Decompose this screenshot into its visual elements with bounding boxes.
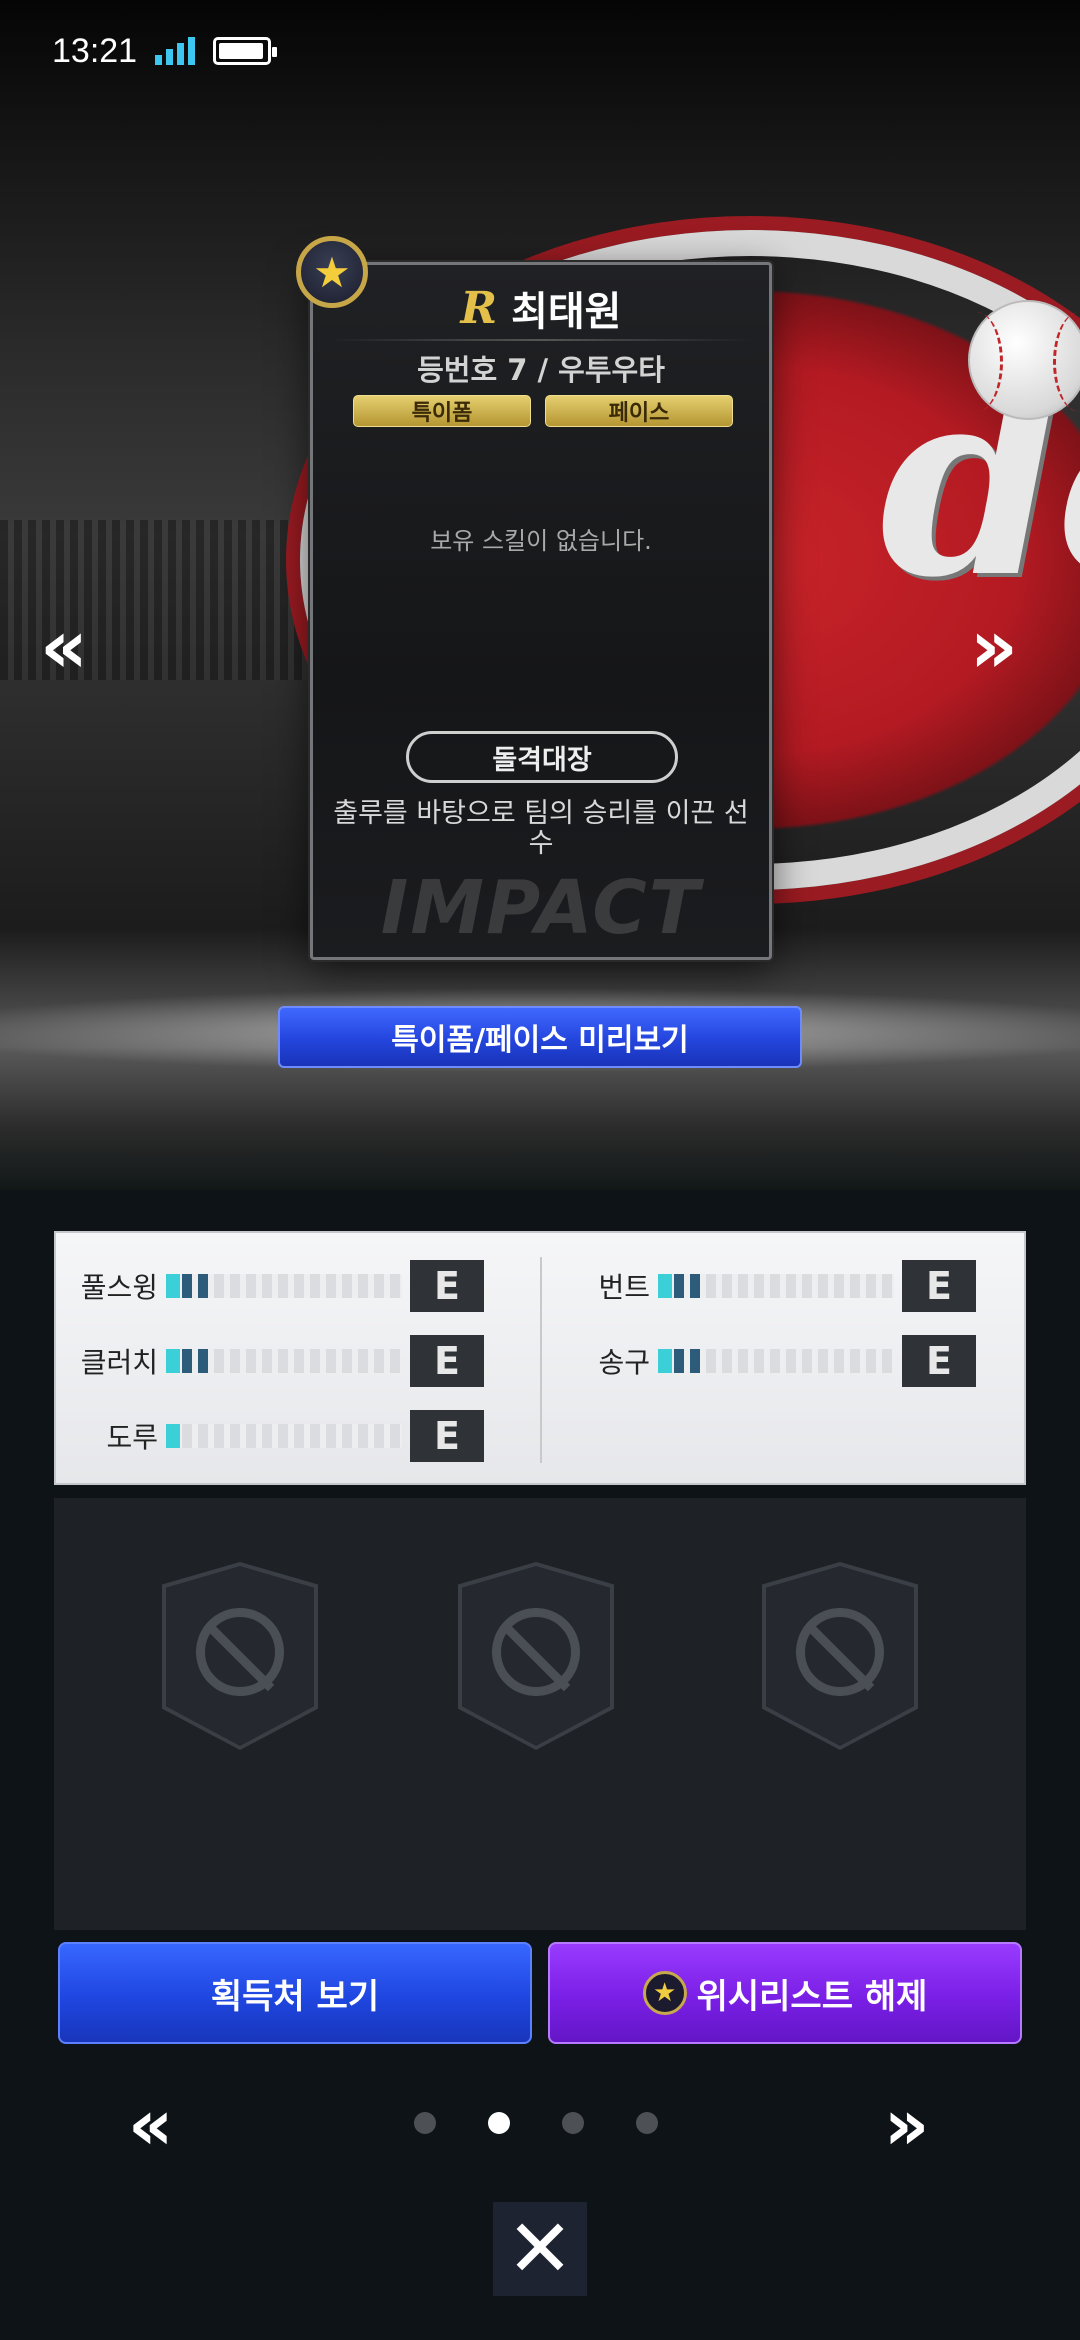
page-dot-active[interactable] — [488, 2112, 510, 2134]
stat-row: 도루 E — [56, 1409, 484, 1463]
star-icon: ★ — [642, 1971, 687, 2015]
battery-icon — [213, 37, 278, 65]
previous-page-arrow-icon[interactable]: « — [128, 2090, 173, 2160]
stat-grade: E — [902, 1335, 976, 1387]
rarity-r-icon: R — [460, 282, 498, 334]
player-number-position: 등번호 7 / 우투우타 — [417, 353, 665, 387]
page-dot[interactable] — [562, 2112, 584, 2134]
card-divider — [331, 339, 751, 341]
remove-wishlist-button[interactable]: ★ 위시리스트 해제 — [548, 1942, 1022, 2044]
face-tag: 페이스 — [545, 395, 733, 427]
view-acquisition-button[interactable]: 획득처 보기 — [58, 1942, 532, 2044]
stat-grade: E — [410, 1335, 484, 1387]
stat-grade: E — [410, 1410, 484, 1462]
stat-label: 도루 — [106, 1421, 158, 1454]
stats-divider — [540, 1257, 542, 1463]
skill-slot-locked[interactable] — [762, 1562, 918, 1750]
stat-bar — [166, 1274, 402, 1298]
stat-row: 번트 E — [548, 1259, 976, 1313]
stats-panel: 풀스윙 E 클러치 E 도루 E 번트 E 송구 E — [54, 1231, 1026, 1485]
stat-row: 송구 E — [548, 1334, 976, 1388]
skill-slots-panel — [54, 1498, 1026, 1930]
player-card: R 최태원 등번호 7 / 우투우타 특이폼 페이스 보유 스킬이 없습니다. … — [310, 262, 772, 960]
skill-slot-locked[interactable] — [162, 1562, 318, 1750]
stat-label: 번트 — [598, 1271, 650, 1304]
stat-row: 클러치 E — [56, 1334, 484, 1388]
uniform-face-preview-button[interactable]: 특이폼/페이스 미리보기 — [278, 1006, 802, 1068]
previous-player-arrow-icon[interactable]: « — [40, 610, 88, 684]
ban-icon — [492, 1608, 580, 1696]
uniform-tag: 특이폼 — [353, 395, 531, 427]
page-dot[interactable] — [414, 2112, 436, 2134]
player-role-description: 출루를 바탕으로 팀의 승리를 이끈 선수 — [333, 798, 749, 859]
stat-bar — [658, 1274, 894, 1298]
skill-slot-locked[interactable] — [458, 1562, 614, 1750]
next-page-arrow-icon[interactable]: » — [884, 2090, 929, 2160]
next-player-arrow-icon[interactable]: » — [970, 610, 1018, 684]
player-role-badge: 돌격대장 — [406, 731, 678, 783]
stat-bar — [658, 1349, 894, 1373]
no-skill-message: 보유 스킬이 없습니다. — [430, 527, 652, 555]
ban-icon — [796, 1608, 884, 1696]
baseball-icon — [968, 300, 1080, 420]
ban-icon — [196, 1608, 284, 1696]
stat-label: 송구 — [598, 1346, 650, 1379]
remove-wishlist-label: 위시리스트 해제 — [696, 1976, 928, 2017]
star-icon: ★ — [296, 236, 368, 308]
stat-label: 풀스윙 — [80, 1271, 158, 1304]
stat-bar — [166, 1424, 402, 1448]
close-button[interactable]: ✕ — [493, 2202, 587, 2296]
status-time: 13:21 — [52, 31, 138, 70]
status-bar: 13:21 — [52, 28, 278, 74]
page-dot[interactable] — [636, 2112, 658, 2134]
page-indicator — [414, 2112, 658, 2134]
stat-label: 클러치 — [80, 1346, 158, 1379]
player-name: 최태원 — [511, 289, 622, 335]
signal-icon — [155, 37, 196, 65]
stat-bar — [166, 1349, 402, 1373]
stat-grade: E — [902, 1260, 976, 1312]
stat-row: 풀스윙 E — [56, 1259, 484, 1313]
player-name-row: R 최태원 — [313, 279, 769, 337]
stat-grade: E — [410, 1260, 484, 1312]
impact-watermark: IMPACT — [380, 865, 702, 951]
